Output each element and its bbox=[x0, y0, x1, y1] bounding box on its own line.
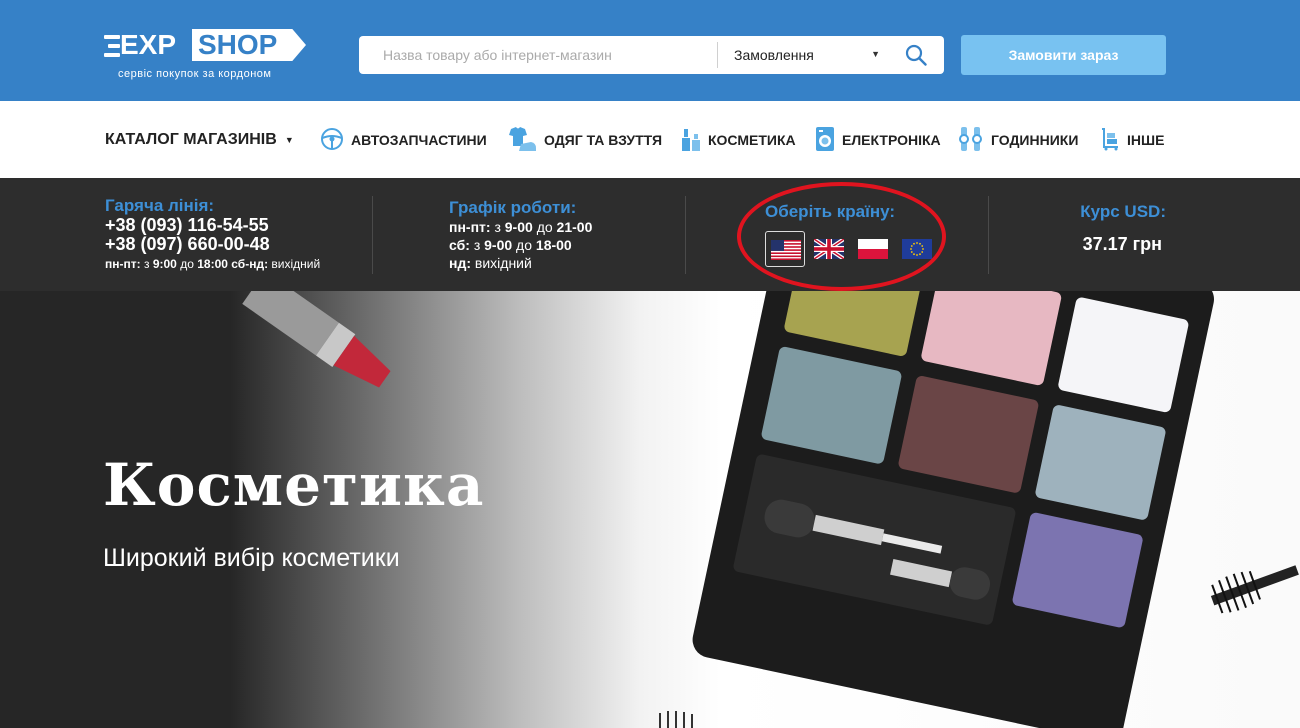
country-usa[interactable] bbox=[765, 231, 805, 267]
nav-item-label: КОСМЕТИКА bbox=[708, 132, 796, 148]
schedule-line: сб: з 9-00 до 18-00 bbox=[449, 236, 592, 254]
header: EXP SHOP сервіс покупок за кордоном Замо… bbox=[0, 0, 1300, 101]
schedule-start: 9-00 bbox=[504, 219, 533, 235]
search-type-value: Замовлення bbox=[734, 47, 814, 63]
hero-banner: Косметика Широкий вибір косметики bbox=[0, 291, 1300, 728]
hours-start: 9:00 bbox=[152, 257, 177, 271]
cosmetics-icon bbox=[681, 126, 701, 155]
search-input[interactable] bbox=[359, 36, 717, 74]
schedule-end: 18-00 bbox=[535, 237, 572, 253]
nav-item-cosmetics[interactable]: КОСМЕТИКА bbox=[681, 127, 796, 153]
schedule-line: нд: вихідний bbox=[449, 254, 592, 272]
order-now-button[interactable]: Замовити зараз bbox=[961, 35, 1166, 75]
hours-weekend: сб-нд: bbox=[231, 257, 269, 271]
hours-from: з bbox=[143, 257, 150, 271]
divider bbox=[988, 196, 989, 274]
nav-item-label: ЕЛЕКТРОНІКА bbox=[842, 132, 941, 148]
clothes-icon bbox=[505, 126, 537, 155]
phone-1[interactable]: +38 (093) 116-54-55 bbox=[105, 216, 320, 235]
hours-to: до bbox=[180, 257, 194, 271]
hotline-block: Гаряча лінія: +38 (093) 116-54-55 +38 (0… bbox=[105, 196, 320, 271]
rate-value: 37.17 грн bbox=[1082, 234, 1162, 254]
schedule-days: сб: bbox=[449, 237, 470, 253]
nav-item-electronics[interactable]: ЕЛЕКТРОНІКА bbox=[815, 126, 941, 155]
washing-machine-icon bbox=[815, 126, 835, 155]
steering-wheel-icon bbox=[320, 127, 344, 154]
schedule-end: 21-00 bbox=[556, 219, 593, 235]
logo-exp: EXP bbox=[120, 29, 177, 60]
hero-subtitle: Широкий вибір косметики bbox=[103, 544, 400, 572]
schedule-start: 9-00 bbox=[484, 237, 513, 253]
schedule-from: з bbox=[494, 219, 501, 235]
country-title: Оберіть країну: bbox=[765, 202, 896, 221]
hotline-hours: пн-пт: з 9:00 до 18:00 сб-нд: вихідний bbox=[105, 257, 320, 271]
logo-tagline: сервіс покупок за кордоном bbox=[118, 68, 272, 80]
nav-item-other[interactable]: ІНШЕ bbox=[1100, 127, 1164, 153]
nav-item-label: ГОДИННИКИ bbox=[991, 132, 1079, 148]
hours-off: вихідний bbox=[271, 257, 321, 271]
chevron-down-icon: ▼ bbox=[871, 49, 880, 59]
logo-shop: SHOP bbox=[192, 29, 306, 61]
catalog-label: КАТАЛОГ МАГАЗИНІВ bbox=[105, 131, 277, 148]
divider bbox=[372, 196, 373, 274]
search-type-select[interactable]: Замовлення ▼ bbox=[718, 36, 888, 74]
search-button[interactable] bbox=[892, 36, 942, 74]
eu-flag-icon bbox=[902, 239, 932, 259]
country-eu[interactable] bbox=[897, 231, 937, 267]
nav-item-clothes[interactable]: ОДЯГ ТА ВЗУТТЯ bbox=[505, 126, 663, 155]
poland-flag-icon bbox=[858, 239, 888, 259]
country-poland[interactable] bbox=[853, 231, 893, 267]
hours-end: 18:00 bbox=[197, 257, 228, 271]
nav-item-autoparts[interactable]: АВТОЗАПЧАСТИНИ bbox=[320, 127, 487, 153]
nav-item-watches[interactable]: ГОДИННИКИ bbox=[958, 126, 1079, 155]
nav-item-label: ІНШЕ bbox=[1127, 132, 1165, 148]
cart-icon bbox=[1100, 127, 1120, 154]
logo[interactable]: EXP SHOP сервіс покупок за кордоном bbox=[104, 26, 314, 84]
rate-title: Курс USD: bbox=[1080, 202, 1166, 221]
info-bar: Гаряча лінія: +38 (093) 116-54-55 +38 (0… bbox=[0, 178, 1300, 291]
logo-speed-lines bbox=[104, 35, 120, 62]
rate-block: Курс USD: 37.17 грн bbox=[1010, 202, 1166, 255]
nav-item-label: АВТОЗАПЧАСТИНИ bbox=[351, 132, 487, 148]
country-uk[interactable] bbox=[809, 231, 849, 267]
search-bar: Замовлення ▼ bbox=[359, 36, 944, 74]
watch-icon bbox=[958, 126, 984, 155]
hours-days: пн-пт: bbox=[105, 257, 141, 271]
brush-image bbox=[659, 711, 693, 728]
country-selector bbox=[765, 231, 935, 267]
schedule-days: пн-пт: bbox=[449, 219, 491, 235]
schedule-line: пн-пт: з 9-00 до 21-00 bbox=[449, 218, 592, 236]
divider bbox=[685, 196, 686, 274]
schedule-off: вихідний bbox=[474, 255, 532, 271]
mascara-brush-image bbox=[1210, 565, 1299, 614]
schedule-title: Графік роботи: bbox=[449, 198, 577, 217]
schedule-to: до bbox=[536, 219, 553, 235]
search-icon bbox=[905, 44, 927, 66]
category-nav: КАТАЛОГ МАГАЗИНІВ ▼ АВТОЗАПЧАСТИНИ ОДЯГ … bbox=[0, 101, 1300, 178]
schedule-to: до bbox=[516, 237, 533, 253]
hotline-title: Гаряча лінія: bbox=[105, 196, 215, 215]
catalog-dropdown[interactable]: КАТАЛОГ МАГАЗИНІВ ▼ bbox=[105, 127, 294, 153]
nav-item-label: ОДЯГ ТА ВЗУТТЯ bbox=[544, 132, 663, 148]
schedule-from: з bbox=[473, 237, 481, 253]
chevron-down-icon: ▼ bbox=[284, 135, 294, 145]
usa-flag-icon bbox=[771, 240, 801, 260]
phone-2[interactable]: +38 (097) 660-00-48 bbox=[105, 235, 320, 254]
hero-title: Косметика bbox=[103, 451, 485, 519]
schedule-block: Графік роботи: пн-пт: з 9-00 до 21-00 сб… bbox=[449, 198, 592, 272]
schedule-days: нд: bbox=[449, 255, 472, 271]
uk-flag-icon bbox=[814, 239, 844, 259]
